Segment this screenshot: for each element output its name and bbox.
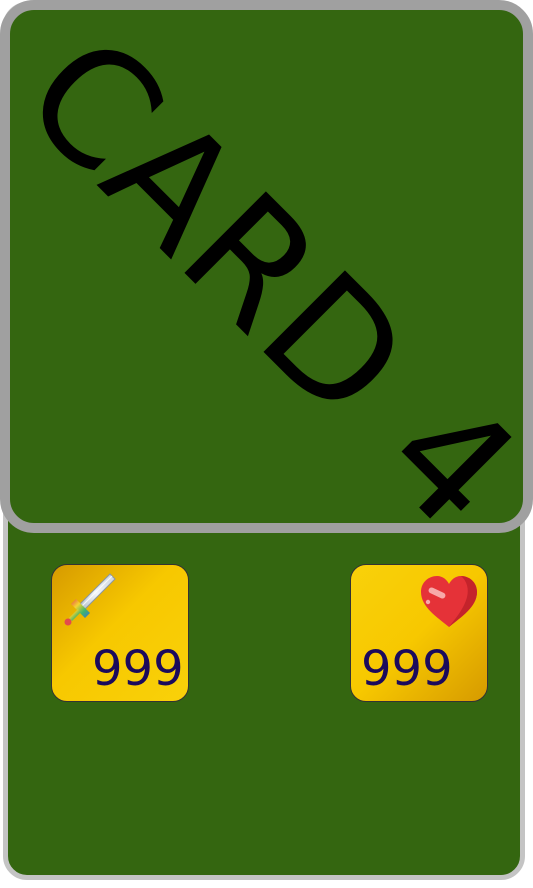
heart-icon [421, 576, 477, 627]
health-value: 999 [361, 641, 453, 697]
health-badge: 999 [350, 564, 488, 702]
attack-value: 999 [92, 641, 184, 697]
game-card[interactable]: CARD 4 999 999 [0, 0, 533, 888]
card-title: CARD 4 [0, 0, 533, 533]
attack-badge: 999 [51, 564, 189, 702]
sword-icon [64, 573, 116, 626]
card-art: CARD 4 [0, 0, 533, 533]
